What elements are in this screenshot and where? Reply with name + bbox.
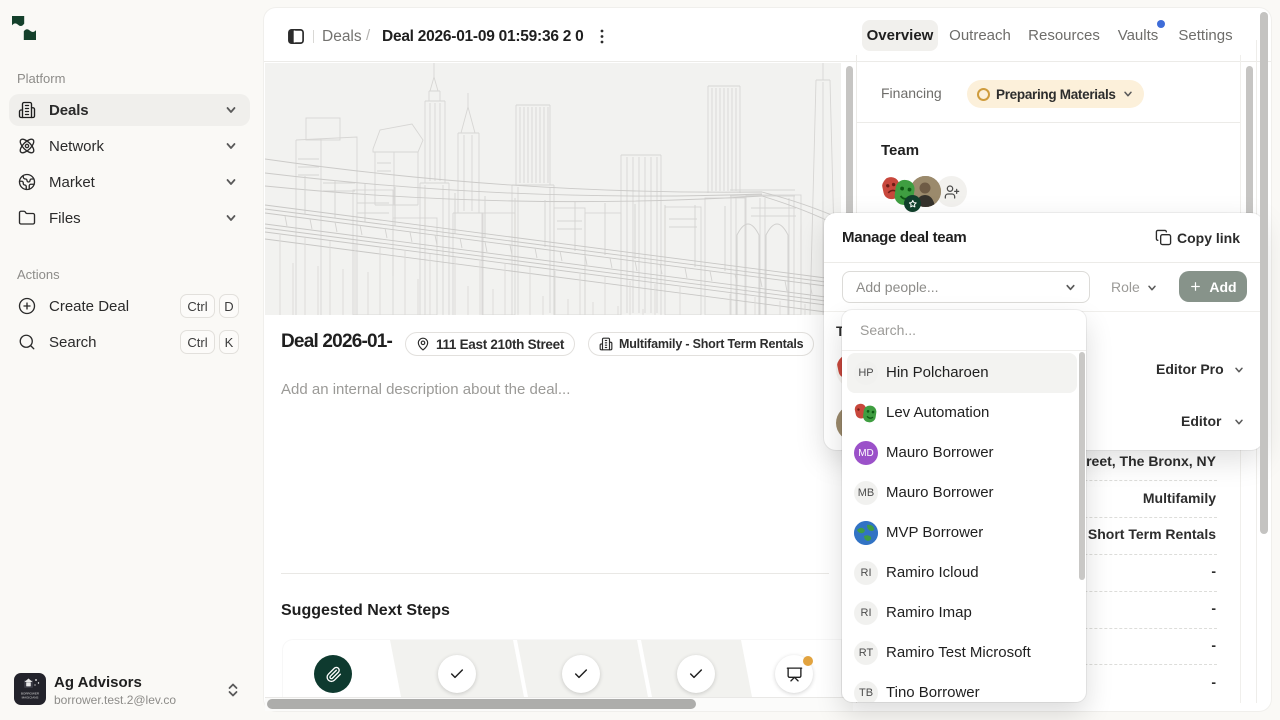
svg-text:MAGICIANS: MAGICIANS [22,696,39,700]
